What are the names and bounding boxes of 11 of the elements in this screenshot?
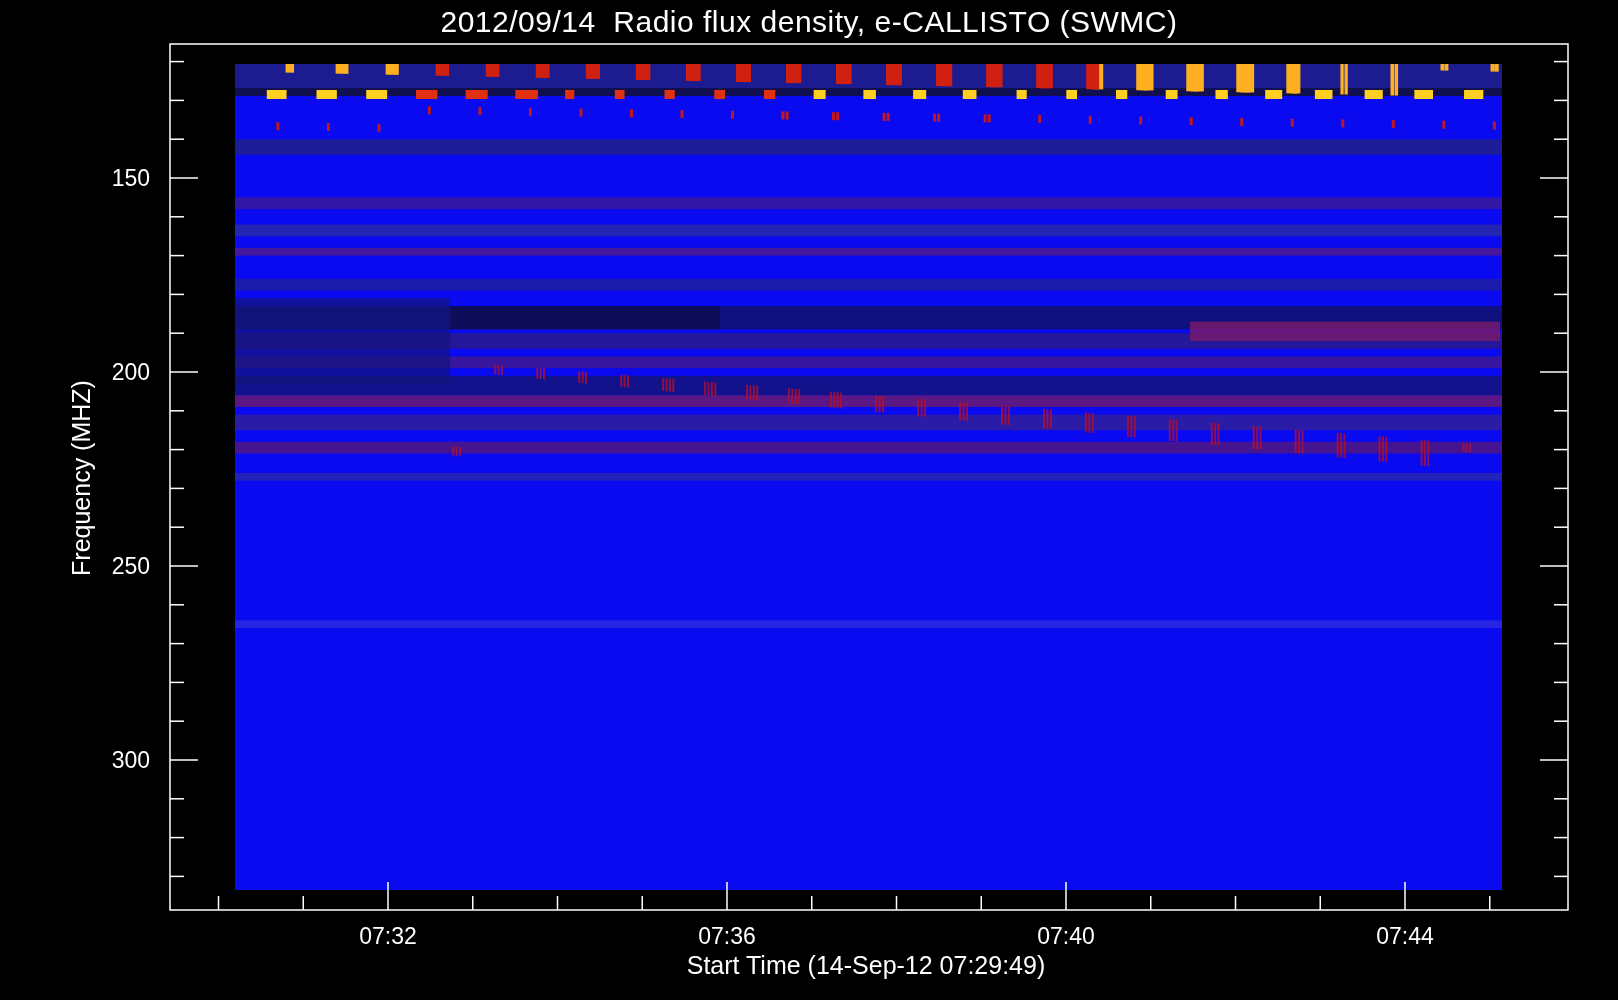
- y-axis-label: Frequency (MHZ): [67, 380, 95, 576]
- x-tick-label: 07:44: [1376, 923, 1434, 949]
- y-tick-label: 200: [111, 359, 150, 385]
- x-axis-label: Start Time (14-Sep-12 07:29:49): [686, 951, 1046, 979]
- x-tick-label: 07:32: [359, 923, 417, 949]
- x-tick-label: 07:40: [1037, 923, 1095, 949]
- y-tick-label: 300: [111, 747, 150, 773]
- x-tick-label: 07:36: [698, 923, 756, 949]
- plot-title: 2012/09/14 Radio flux density, e-CALLISTO (SWMC): [440, 4, 1178, 39]
- y-tick-label: 150: [111, 165, 150, 191]
- y-tick-label: 250: [111, 553, 150, 579]
